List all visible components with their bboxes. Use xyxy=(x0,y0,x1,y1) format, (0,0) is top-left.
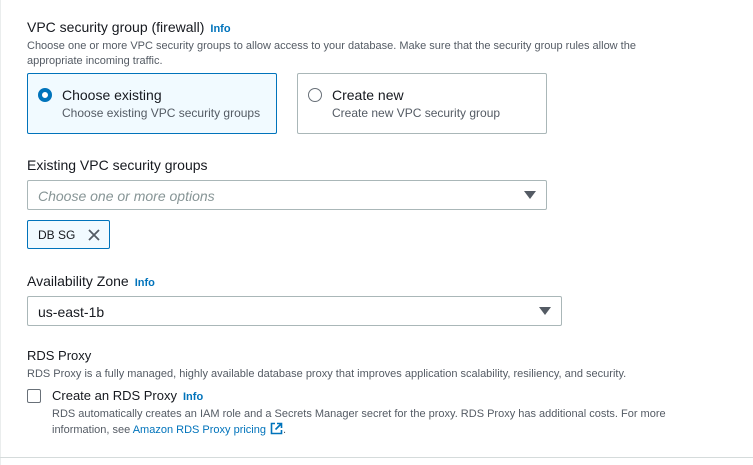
create-rds-proxy-heading: Create an RDS Proxy Info xyxy=(52,388,203,403)
az-label: Availability Zone xyxy=(27,273,129,289)
radio-tile-title: Choose existing xyxy=(62,87,162,103)
vpc-sg-title: VPC security group (firewall) xyxy=(27,19,205,35)
rds-proxy-title: RDS Proxy xyxy=(27,348,92,363)
rds-proxy-note-line1: RDS automatically creates an IAM role an… xyxy=(52,408,666,420)
rds-proxy-info-link[interactable]: Info xyxy=(183,391,203,403)
dismiss-token-icon[interactable] xyxy=(87,228,101,242)
vpc-sg-heading: VPC security group (firewall) Info xyxy=(27,19,231,35)
selected-token-db-sg: DB SG xyxy=(27,220,110,249)
caret-down-icon xyxy=(524,191,536,199)
availability-zone-select[interactable]: us-east-1b xyxy=(27,296,562,326)
section-divider xyxy=(0,457,753,458)
create-rds-proxy-checkbox[interactable] xyxy=(27,389,41,403)
existing-sg-multiselect[interactable]: Choose one or more options xyxy=(27,180,547,210)
vpc-sg-description-line2: appropriate incoming traffic. xyxy=(27,55,163,67)
create-rds-proxy-label[interactable]: Create an RDS Proxy xyxy=(52,388,177,403)
radio-tile-description: Choose existing VPC security groups xyxy=(62,106,261,120)
existing-sg-placeholder: Choose one or more options xyxy=(38,188,215,204)
az-info-link[interactable]: Info xyxy=(135,277,155,289)
rds-proxy-note-line2: information, see Amazon RDS Proxy pricin… xyxy=(52,422,747,440)
radio-choose-existing[interactable] xyxy=(38,88,52,102)
existing-sg-label: Existing VPC security groups xyxy=(27,157,208,173)
note-suffix: . xyxy=(283,424,287,436)
note-prefix: information, see xyxy=(52,424,133,436)
external-link-icon[interactable] xyxy=(270,422,283,440)
vpc-sg-info-link[interactable]: Info xyxy=(210,23,230,35)
vpc-sg-description: Choose one or more VPC security groups t… xyxy=(27,39,747,69)
radio-tile-choose-existing[interactable]: Choose existing Choose existing VPC secu… xyxy=(27,73,277,134)
left-divider xyxy=(0,0,1,465)
caret-down-icon xyxy=(539,307,551,315)
radio-tile-create-new[interactable]: Create new Create new VPC security group xyxy=(297,73,547,134)
radio-create-new[interactable] xyxy=(308,88,322,102)
rds-proxy-note: RDS automatically creates an IAM role an… xyxy=(52,407,747,440)
rds-proxy-description: RDS Proxy is a fully managed, highly ava… xyxy=(27,368,627,380)
radio-tile-description: Create new VPC security group xyxy=(332,106,501,120)
az-selected-value: us-east-1b xyxy=(38,304,105,320)
vpc-sg-description-line1: Choose one or more VPC security groups t… xyxy=(27,40,636,52)
radio-tile-title: Create new xyxy=(332,87,404,103)
rds-proxy-pricing-link[interactable]: Amazon RDS Proxy pricing xyxy=(133,424,266,436)
token-label: DB SG xyxy=(38,228,76,242)
az-heading: Availability Zone Info xyxy=(27,273,155,289)
